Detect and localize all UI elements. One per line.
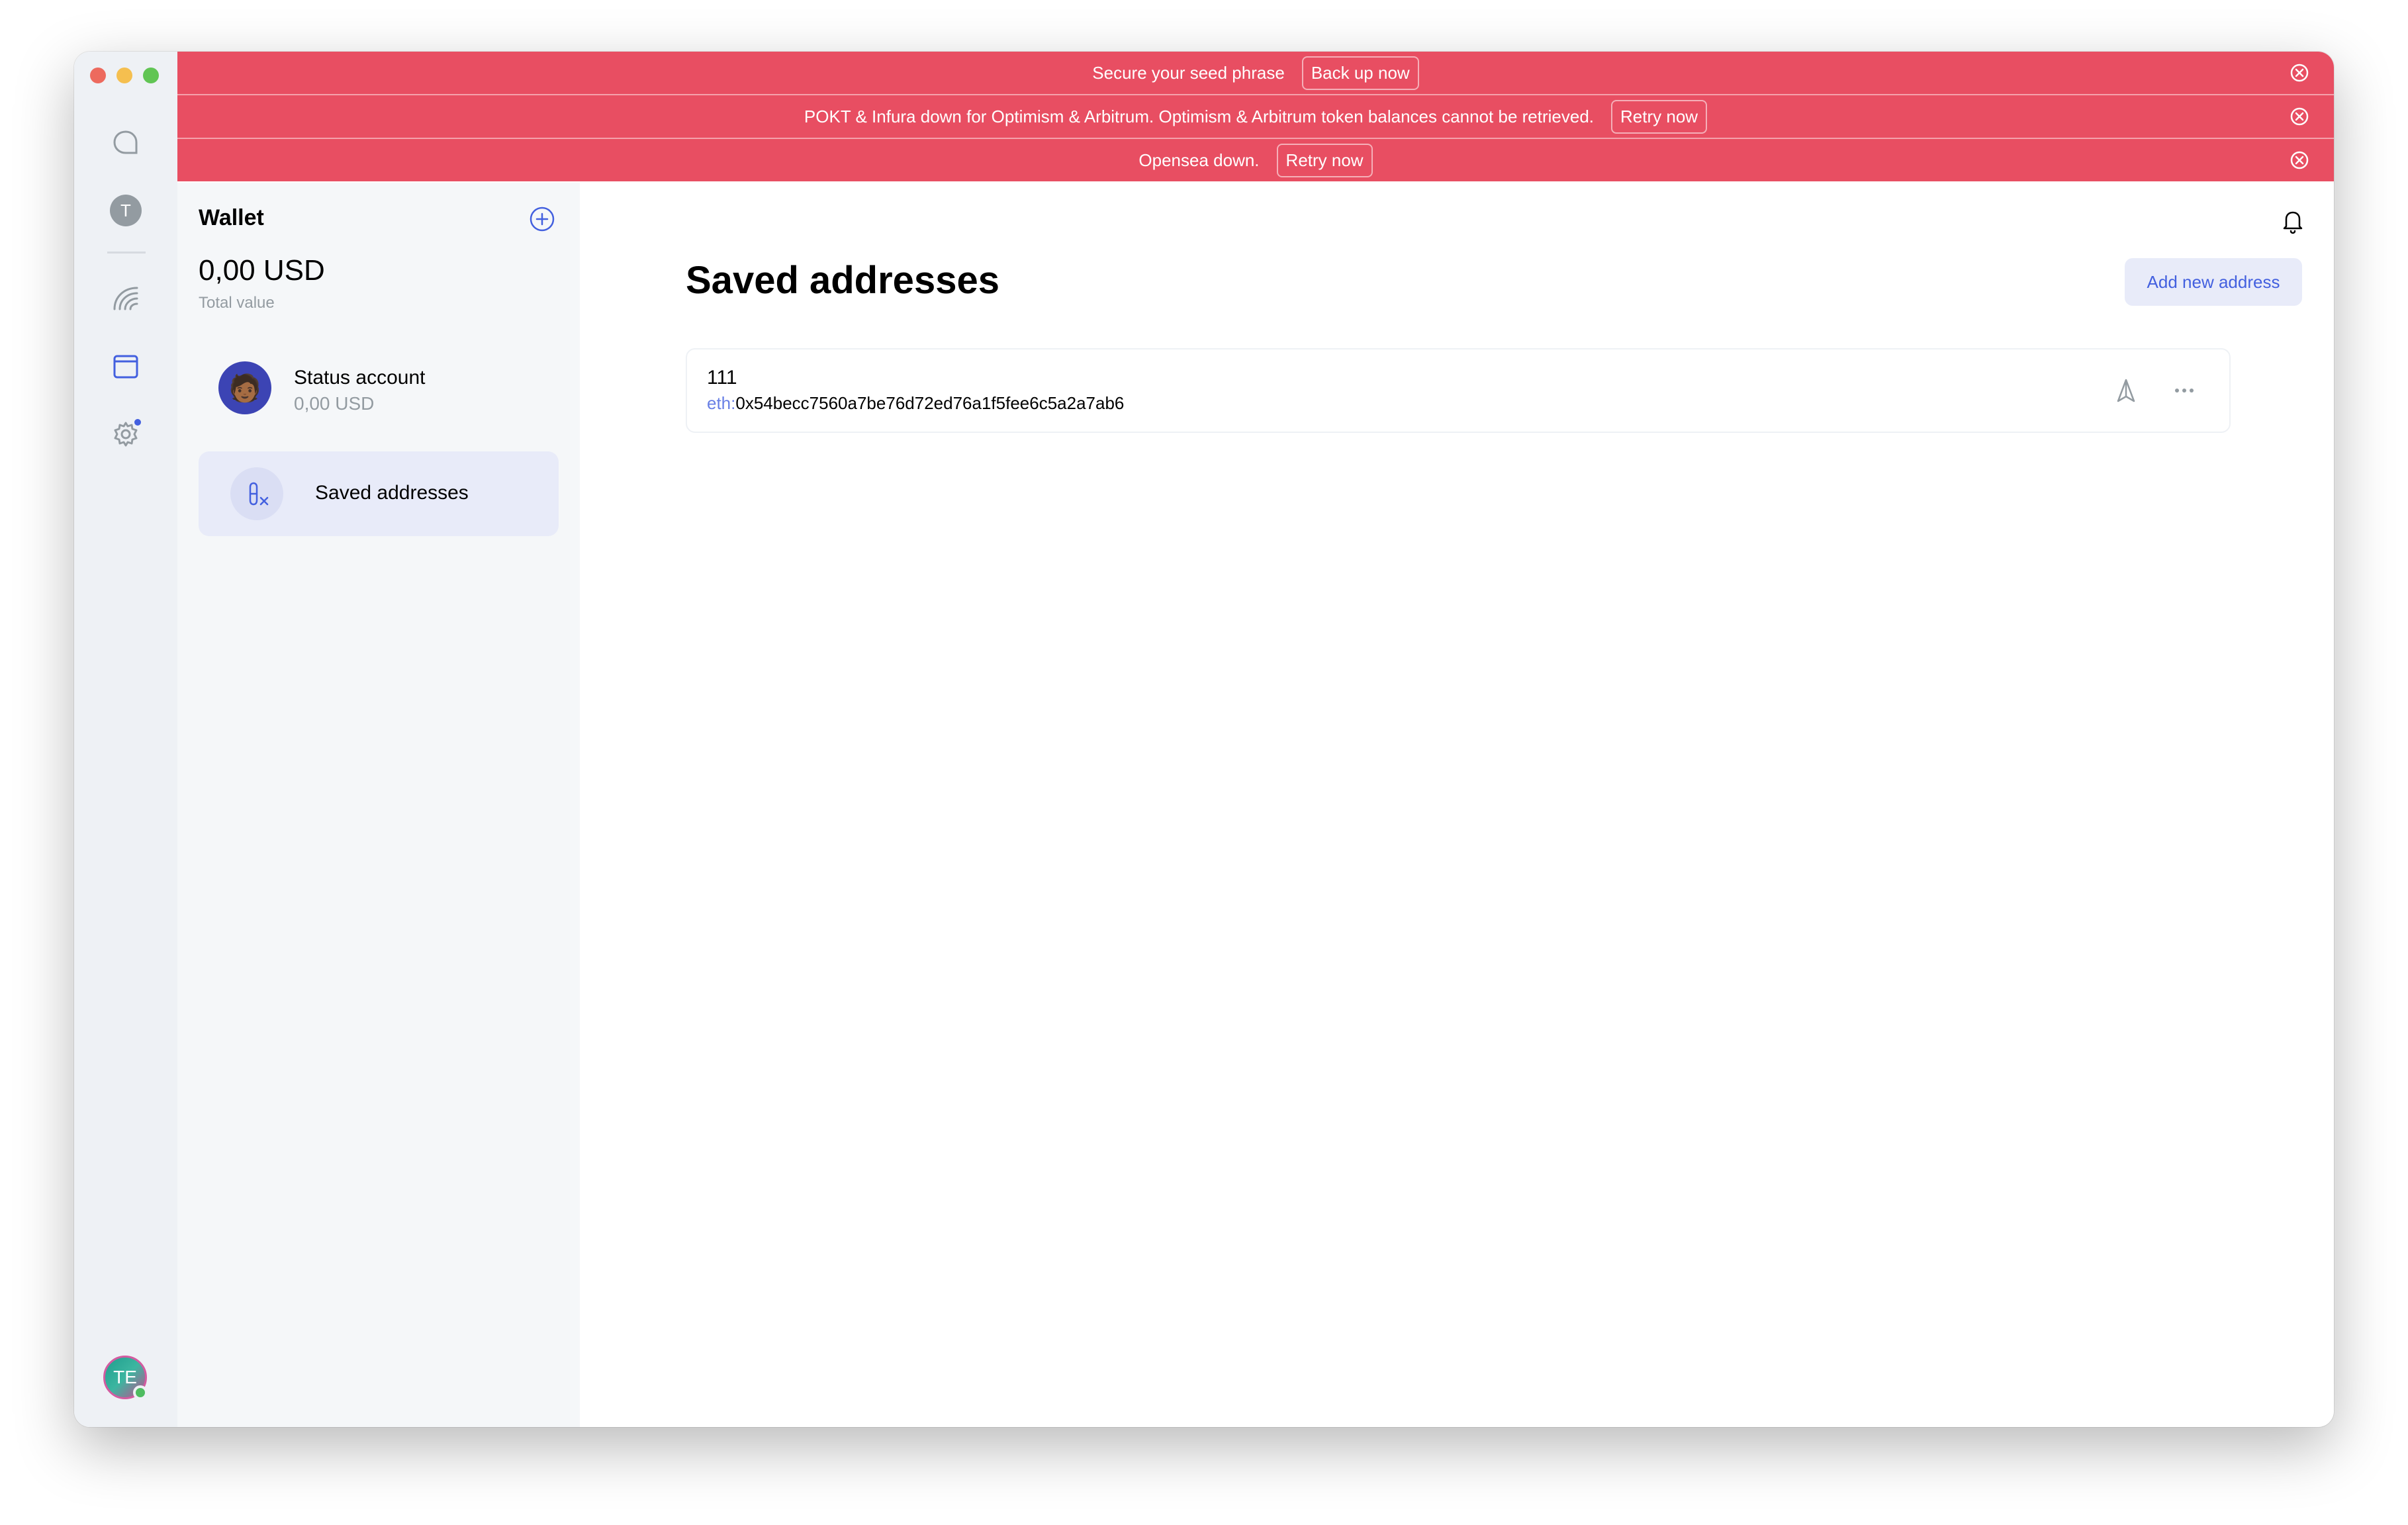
banner-text: Opensea down. (1138, 150, 1260, 170)
user-initials: TE (113, 1367, 137, 1387)
settings-nav-button[interactable] (98, 406, 154, 462)
total-value: 0,00 USD (199, 254, 325, 287)
chat-icon (113, 130, 138, 154)
banners: Secure your seed phrase Back up now POKT… (177, 52, 2334, 181)
user-avatar[interactable]: TE (103, 1356, 148, 1400)
account-name: Status account (294, 367, 426, 389)
community-nav-button[interactable]: T (98, 183, 154, 238)
saved-address-icon (230, 467, 283, 520)
rail-divider (107, 252, 146, 254)
wallet-panel: Wallet 0,00 USD Total value 🧑🏾 Status ac… (177, 183, 580, 1427)
total-value-label: Total value (199, 294, 275, 312)
account-item[interactable]: 🧑🏾 Status account 0,00 USD (199, 342, 559, 426)
browser-nav-button[interactable] (98, 339, 154, 394)
window-controls (90, 68, 159, 83)
retry-now-button[interactable]: Retry now (1611, 99, 1708, 134)
close-icon[interactable] (2289, 62, 2310, 83)
more-options-icon[interactable] (2170, 376, 2199, 405)
chat-nav-button[interactable] (98, 115, 154, 171)
close-icon[interactable] (2289, 106, 2310, 127)
opensea-down-banner: Opensea down. Retry now (177, 139, 2334, 181)
browser-icon (113, 355, 138, 379)
seed-phrase-banner: Secure your seed phrase Back up now (177, 52, 2334, 95)
online-status-indicator (133, 1385, 148, 1400)
banner-text: Secure your seed phrase (1092, 62, 1285, 83)
account-avatar: 🧑🏾 (218, 361, 271, 414)
retry-now-button[interactable]: Retry now (1276, 143, 1373, 177)
community-avatar: T (110, 195, 142, 226)
minimize-window-button[interactable] (116, 68, 132, 83)
nav-rail: T TE (74, 52, 177, 1427)
saved-addresses-label: Saved addresses (315, 482, 469, 504)
close-icon[interactable] (2289, 150, 2310, 171)
app-window: T TE Secure your seed phrase Back up now… (74, 52, 2334, 1427)
address-line: eth:0x54becc7560a7be76d72ed76a1f5fee6c5a… (707, 393, 1124, 414)
wallet-nav-button[interactable] (98, 270, 154, 326)
banner-text: POKT & Infura down for Optimism & Arbitr… (804, 106, 1595, 126)
page-title: Saved addresses (686, 259, 999, 302)
chain-prefix: eth: (707, 393, 736, 413)
notification-dot (132, 417, 143, 428)
account-balance: 0,00 USD (294, 393, 375, 414)
add-account-icon[interactable] (528, 205, 556, 233)
address-value: 0x54becc7560a7be76d72ed76a1f5fee6c5a2a7a… (735, 393, 1125, 413)
close-window-button[interactable] (90, 68, 106, 83)
maximize-window-button[interactable] (143, 68, 159, 83)
wallet-title: Wallet (199, 205, 264, 230)
wallet-icon (113, 287, 138, 310)
bell-icon[interactable] (2278, 207, 2307, 236)
back-up-now-button[interactable]: Back up now (1301, 56, 1419, 90)
saved-addresses-nav-item[interactable]: Saved addresses (199, 451, 559, 536)
network-down-banner: POKT & Infura down for Optimism & Arbitr… (177, 95, 2334, 139)
add-new-address-button[interactable]: Add new address (2125, 258, 2302, 306)
address-name: 111 (707, 367, 737, 389)
saved-address-item[interactable]: 111 eth:0x54becc7560a7be76d72ed76a1f5fee… (686, 348, 2231, 433)
send-icon[interactable] (2111, 376, 2141, 405)
